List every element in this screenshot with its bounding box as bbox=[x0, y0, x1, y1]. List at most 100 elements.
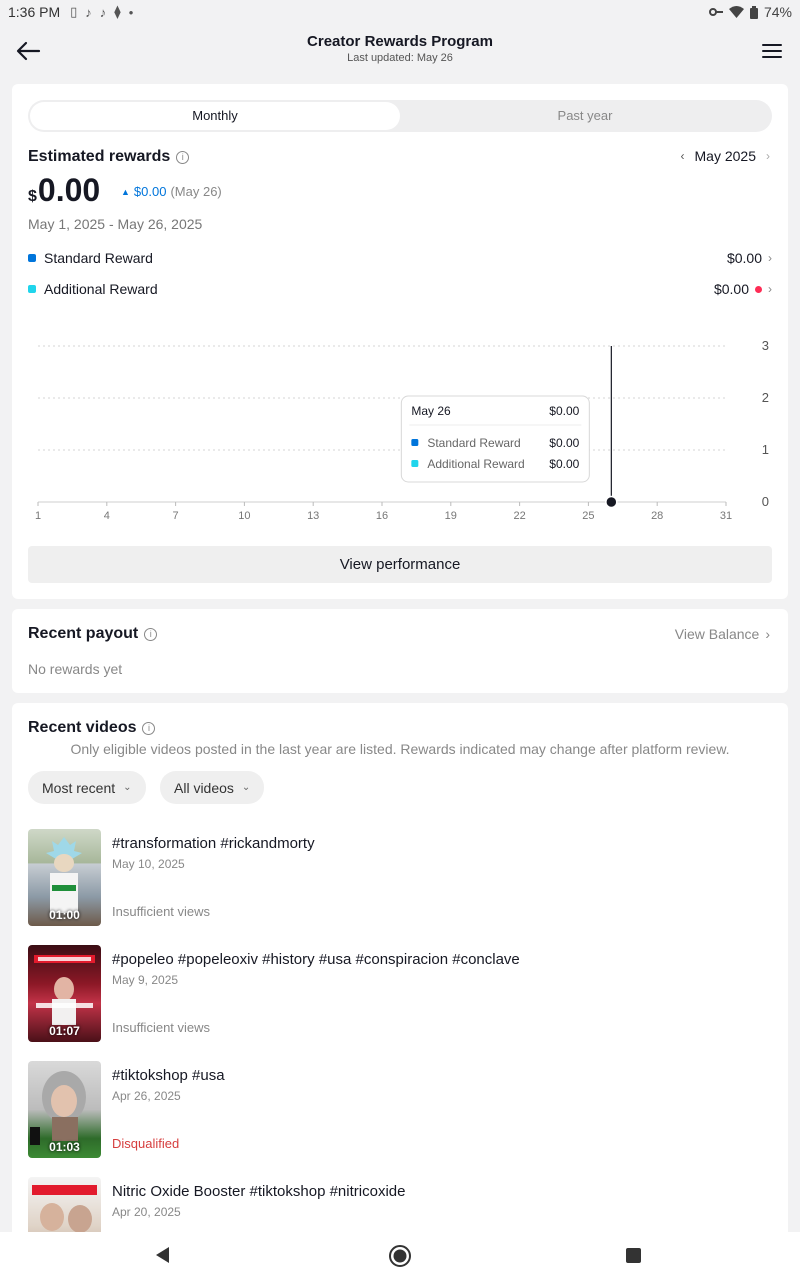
video-duration: 01:07 bbox=[49, 1024, 80, 1038]
tooltip-row-label: Additional Reward bbox=[427, 457, 524, 471]
video-caption: #popeleo #popeleoxiv #history #usa #cons… bbox=[112, 951, 520, 968]
video-thumbnail[interactable]: 01:03 bbox=[28, 1061, 101, 1158]
video-thumbnail[interactable]: 01:07 bbox=[28, 945, 101, 1042]
rewards-delta: ▲ $0.00 (May 26) bbox=[121, 184, 222, 199]
hamburger-menu-icon[interactable] bbox=[760, 39, 784, 63]
x-tick-label: 7 bbox=[173, 510, 179, 522]
video-duration: 01:03 bbox=[49, 1140, 80, 1154]
video-filter-dropdown[interactable]: All videos ⌄ bbox=[160, 771, 265, 804]
delta-value: $0.00 bbox=[133, 184, 167, 199]
video-date: Apr 26, 2025 bbox=[112, 1089, 181, 1103]
video-caption: Nitric Oxide Booster #tiktokshop #nitric… bbox=[112, 1183, 406, 1200]
tab-monthly[interactable]: Monthly bbox=[30, 102, 400, 130]
x-tick-label: 10 bbox=[238, 510, 250, 522]
info-icon[interactable]: i bbox=[144, 627, 158, 641]
video-filter-label: All videos bbox=[174, 779, 234, 796]
standard-reward-swatch bbox=[28, 254, 36, 262]
date-range: May 1, 2025 - May 26, 2025 bbox=[28, 216, 203, 232]
rewards-chart[interactable]: 01231 4 7 10 13 16 19 22 25 28 31May 26 $0.00Standa… bbox=[28, 334, 772, 534]
video-caption: #transformation #rickandmorty bbox=[112, 835, 315, 852]
standard-reward-value: $0.00 bbox=[726, 250, 762, 266]
x-tick-label: 28 bbox=[651, 510, 663, 522]
chevron-right-icon[interactable]: › bbox=[766, 149, 770, 163]
view-balance-link[interactable]: View Balance › bbox=[675, 626, 770, 642]
sim-icon: ▯ bbox=[70, 4, 78, 19]
estimated-rewards-label: Estimated rewards bbox=[28, 148, 171, 165]
currency-symbol: $ bbox=[28, 188, 37, 205]
video-date: May 9, 2025 bbox=[112, 973, 179, 987]
info-icon[interactable]: i bbox=[142, 721, 156, 735]
home-circle-icon[interactable] bbox=[388, 1244, 412, 1268]
y-tick-label: 3 bbox=[762, 338, 769, 353]
video-row[interactable]: 01:00 #transformation #rickandmorty May … bbox=[28, 829, 772, 926]
wifi-icon bbox=[728, 6, 744, 18]
alert-dot-icon bbox=[755, 285, 762, 293]
tooltip-row-label: Standard Reward bbox=[427, 436, 520, 450]
rewards-total: 0.00 bbox=[37, 172, 101, 208]
tooltip-date: May 26 bbox=[411, 404, 451, 418]
estimated-rewards-card: Monthly Past year Estimated rewards i ‹ … bbox=[12, 84, 788, 599]
additional-reward-row[interactable]: Additional Reward $0.00 › bbox=[28, 279, 772, 299]
video-thumbnail[interactable]: 01:00 bbox=[28, 829, 101, 926]
chevron-left-icon[interactable]: ‹ bbox=[681, 149, 685, 163]
chevron-right-icon: › bbox=[768, 282, 772, 296]
status-time: 1:36 PM bbox=[8, 4, 61, 20]
sort-dropdown[interactable]: Most recent ⌄ bbox=[28, 771, 146, 804]
video-row[interactable]: 01:03 #tiktokshop #usa Apr 26, 2025 Disq… bbox=[28, 1061, 772, 1158]
triangle-up-icon: ▲ bbox=[121, 186, 130, 197]
tooltip-swatch bbox=[411, 460, 419, 467]
video-duration: 01:00 bbox=[49, 908, 80, 922]
video-date: Apr 20, 2025 bbox=[112, 1205, 181, 1219]
chevron-right-icon: › bbox=[768, 251, 772, 265]
page-title: Creator Rewards Program bbox=[307, 33, 493, 50]
estimated-rewards-heading: Estimated rewards i bbox=[28, 148, 190, 166]
x-tick-label: 31 bbox=[720, 510, 732, 522]
leaf-icon: ⧫ bbox=[114, 4, 121, 19]
x-tick-label: 25 bbox=[582, 510, 594, 522]
video-status: Disqualified bbox=[112, 1136, 180, 1151]
sort-label: Most recent bbox=[42, 779, 116, 796]
video-row[interactable]: 01:07 #popeleo #popeleoxiv #history #usa… bbox=[28, 945, 772, 1042]
eligibility-note: Only eligible videos posted in the last … bbox=[70, 741, 730, 757]
view-performance-button[interactable]: View performance bbox=[28, 546, 772, 583]
period-toggle: Monthly Past year bbox=[28, 100, 772, 132]
tooltip-row-value: $0.00 bbox=[549, 436, 579, 450]
recent-videos-heading: Recent videos i bbox=[28, 719, 156, 737]
battery-icon bbox=[749, 5, 758, 19]
tooltip-row-value: $0.00 bbox=[549, 457, 579, 471]
no-rewards-text: No rewards yet bbox=[28, 661, 123, 677]
x-tick-label: 22 bbox=[513, 510, 525, 522]
y-tick-label: 0 bbox=[762, 494, 769, 509]
y-tick-label: 1 bbox=[762, 442, 769, 457]
tooltip-swatch bbox=[411, 439, 419, 446]
selected-point bbox=[605, 495, 618, 509]
month-label: May 2025 bbox=[694, 148, 756, 164]
status-bar: 1:36 PM ▯ ♪ ♪ ⧫ • 74% bbox=[0, 0, 800, 24]
info-icon[interactable]: i bbox=[176, 150, 190, 164]
additional-reward-value: $0.00 bbox=[713, 281, 749, 297]
delta-date: (May 26) bbox=[170, 184, 222, 199]
back-triangle-icon[interactable] bbox=[155, 1246, 171, 1264]
additional-reward-label: Additional Reward bbox=[44, 281, 158, 297]
recent-payout-label: Recent payout bbox=[28, 625, 139, 642]
more-dot-icon: • bbox=[128, 4, 134, 20]
video-caption: #tiktokshop #usa bbox=[112, 1067, 225, 1084]
tab-past-year[interactable]: Past year bbox=[400, 102, 770, 130]
video-status: Insufficient views bbox=[112, 904, 211, 919]
recents-square-icon[interactable] bbox=[626, 1248, 641, 1263]
recent-payout-card: Recent payout i View Balance › No reward… bbox=[12, 609, 788, 693]
month-selector: ‹ May 2025 › bbox=[681, 148, 770, 164]
battery-percent: 74% bbox=[763, 4, 792, 20]
last-updated: Last updated: May 26 bbox=[347, 52, 453, 64]
chevron-down-icon: ⌄ bbox=[123, 782, 132, 793]
key-icon bbox=[708, 8, 723, 16]
video-status: Insufficient views bbox=[112, 1020, 211, 1035]
system-navigation-bar bbox=[0, 1232, 800, 1280]
tooltip-total: $0.00 bbox=[549, 404, 579, 418]
video-date: May 10, 2025 bbox=[112, 857, 185, 871]
tiktok-notification-icon: ♪ bbox=[85, 4, 92, 20]
additional-reward-swatch bbox=[28, 285, 36, 293]
chevron-down-icon: ⌄ bbox=[241, 782, 251, 793]
standard-reward-label: Standard Reward bbox=[44, 250, 153, 266]
standard-reward-row[interactable]: Standard Reward $0.00 › bbox=[28, 248, 772, 268]
